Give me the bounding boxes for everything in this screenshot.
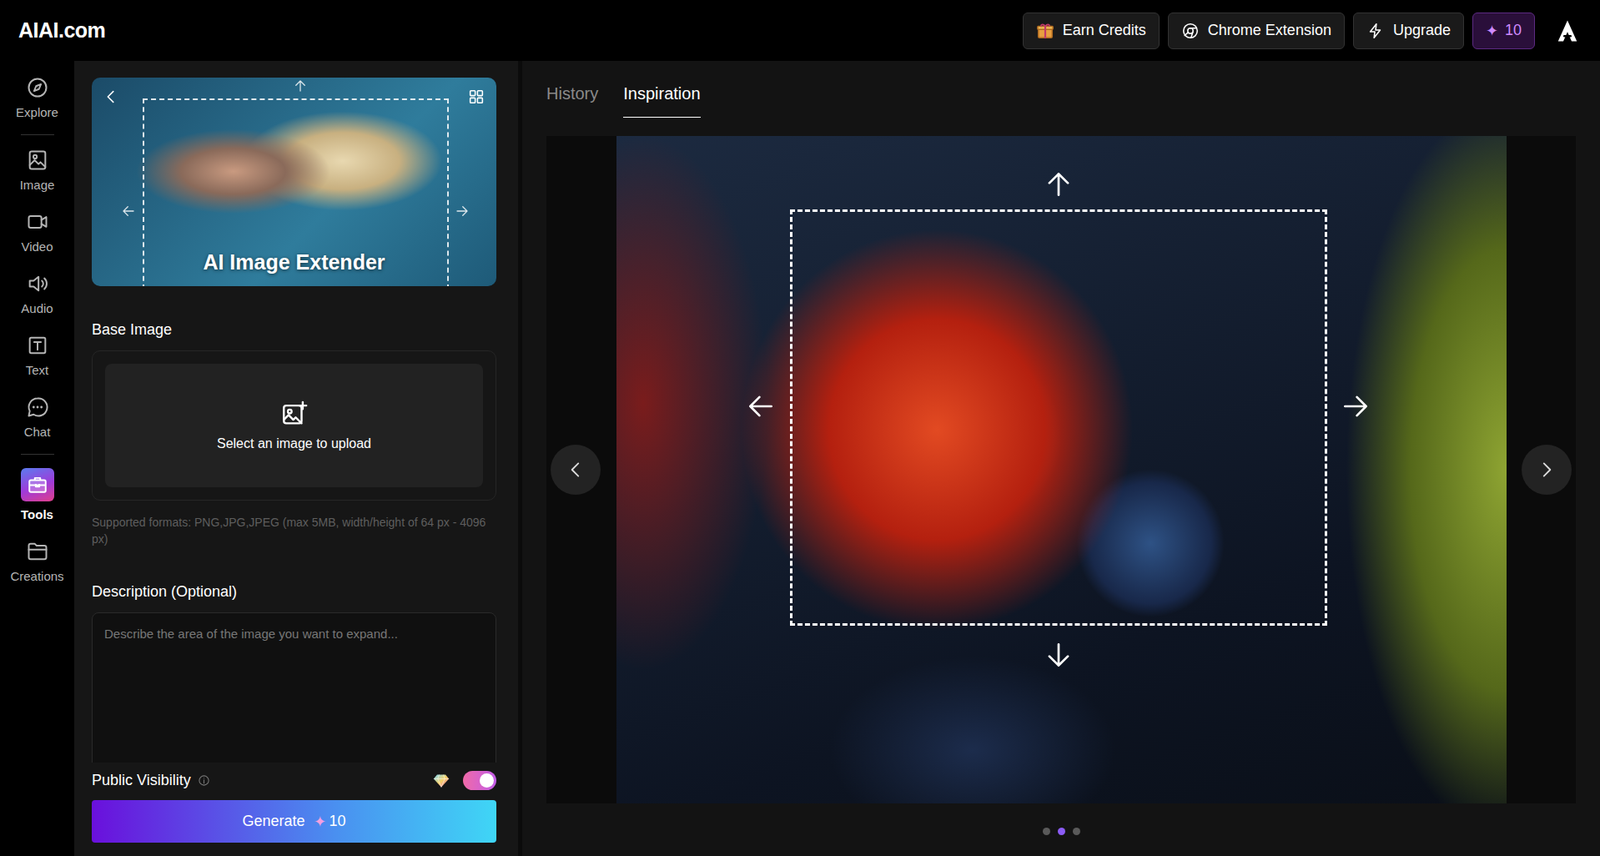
visibility-controls bbox=[432, 770, 497, 790]
diamond-icon bbox=[432, 773, 450, 789]
sidebar-item[interactable]: Video bbox=[0, 201, 75, 264]
sidebar-divider bbox=[20, 134, 55, 136]
toolbox-icon bbox=[20, 467, 55, 502]
tab[interactable]: History bbox=[546, 84, 599, 118]
sidebar-divider bbox=[20, 453, 55, 455]
image-upload-icon bbox=[280, 399, 309, 428]
upload-area: Select an image to upload bbox=[91, 350, 497, 501]
compass-icon bbox=[25, 75, 50, 100]
sidebar-item[interactable]: Text bbox=[0, 325, 75, 388]
previous-button[interactable] bbox=[550, 444, 601, 495]
top-bar: AIAI.com Earn Credits Chrome Extension Upgr… bbox=[0, 0, 1600, 61]
generate-cost: ✦10 bbox=[313, 812, 347, 831]
description-input[interactable] bbox=[91, 612, 497, 763]
gallery-area: History Inspiration bbox=[522, 60, 1600, 856]
inspiration-image bbox=[616, 135, 1507, 804]
panel-footer: Public Visibility Generate ✦10 bbox=[91, 762, 497, 843]
chrome-icon bbox=[1181, 21, 1200, 41]
avatar-logo-icon[interactable] bbox=[1554, 18, 1580, 44]
sidebar-label: Image bbox=[20, 177, 56, 192]
chevron-left-icon bbox=[564, 458, 587, 481]
carousel bbox=[546, 135, 1576, 804]
generate-button[interactable]: Generate ✦10 bbox=[91, 800, 497, 843]
video-icon bbox=[25, 210, 50, 234]
header-actions: Earn Credits Chrome Extension Upgrade ✦ 10 bbox=[1022, 12, 1580, 50]
sidebar-label: Explore bbox=[15, 105, 59, 120]
sparkle-icon: ✦ bbox=[313, 812, 327, 831]
sidebar-item[interactable]: Image bbox=[0, 140, 75, 202]
earn-credits-button[interactable]: Earn Credits bbox=[1022, 12, 1160, 50]
arrow-left-icon bbox=[744, 390, 777, 423]
next-button[interactable] bbox=[1521, 444, 1572, 495]
arrow-right-icon bbox=[454, 203, 470, 219]
sidebar-label: Audio bbox=[20, 301, 53, 316]
sidebar-item[interactable]: Tools bbox=[0, 459, 75, 532]
carousel-dots bbox=[546, 827, 1576, 836]
cost-value: 10 bbox=[329, 812, 347, 831]
sidebar-item[interactable]: Explore bbox=[0, 67, 75, 130]
panel-content: AI Image Extender Base Image Select an ima… bbox=[91, 77, 497, 763]
sidebar-label: Video bbox=[20, 239, 53, 254]
formats-note: Supported formats: PNG,JPG,JPEG (max 5MB… bbox=[91, 513, 497, 549]
lightning-icon bbox=[1366, 21, 1385, 41]
tab-bar: History Inspiration bbox=[546, 60, 1576, 118]
banner-title: AI Image Extender bbox=[91, 250, 497, 275]
upload-text: Select an image to upload bbox=[216, 436, 372, 452]
sidebar-label: Chat bbox=[24, 424, 51, 439]
visibility-label-group: Public Visibility bbox=[91, 771, 211, 790]
base-image-label: Base Image bbox=[91, 321, 497, 339]
description-label: Description (Optional) bbox=[91, 583, 497, 601]
credits-badge[interactable]: ✦ 10 bbox=[1472, 12, 1535, 50]
button-label: Upgrade bbox=[1393, 21, 1451, 40]
arrow-left-icon bbox=[120, 203, 136, 219]
arrow-up-icon bbox=[292, 78, 308, 94]
button-label: Chrome Extension bbox=[1207, 21, 1332, 40]
tab[interactable]: Inspiration bbox=[623, 84, 700, 118]
arrow-right-icon bbox=[1339, 390, 1372, 423]
grid-icon[interactable] bbox=[467, 87, 486, 106]
logo[interactable]: AIAI.com bbox=[18, 18, 106, 43]
carousel-dot[interactable] bbox=[1057, 827, 1066, 836]
sidebar-label: Text bbox=[25, 362, 50, 378]
carousel-dot[interactable] bbox=[1072, 827, 1081, 836]
sidebar-item[interactable]: Chat bbox=[0, 387, 75, 449]
arrow-up-icon bbox=[1042, 168, 1075, 201]
text-icon bbox=[25, 333, 50, 358]
info-icon[interactable] bbox=[197, 774, 211, 787]
visibility-toggle[interactable] bbox=[462, 770, 497, 790]
chevron-left-icon[interactable] bbox=[101, 87, 121, 106]
image-icon bbox=[25, 148, 50, 172]
speaker-icon bbox=[25, 271, 50, 296]
arrow-down-icon bbox=[1042, 638, 1075, 671]
sidebar-item[interactable]: Creations bbox=[0, 531, 75, 594]
sidebar-label: Tools bbox=[20, 507, 54, 522]
visibility-label: Public Visibility bbox=[91, 771, 192, 790]
visibility-row: Public Visibility bbox=[91, 770, 497, 790]
gift-icon bbox=[1036, 21, 1055, 41]
tool-panel: AI Image Extender Base Image Select an ima… bbox=[74, 60, 523, 856]
chrome-extension-button[interactable]: Chrome Extension bbox=[1167, 12, 1345, 50]
folder-icon bbox=[25, 539, 50, 564]
sidebar: Explore Image Video Audio Text Chat Tools Creat… bbox=[0, 60, 75, 856]
carousel-dot[interactable] bbox=[1042, 827, 1051, 836]
tool-banner: AI Image Extender bbox=[91, 77, 497, 287]
sparkle-icon: ✦ bbox=[1485, 21, 1499, 41]
extend-frame bbox=[789, 209, 1328, 626]
sidebar-item[interactable]: Audio bbox=[0, 263, 75, 326]
chat-icon bbox=[25, 395, 50, 419]
sidebar-label: Creations bbox=[10, 568, 64, 584]
chevron-right-icon bbox=[1535, 458, 1558, 481]
main-area: Explore Image Video Audio Text Chat Tools Creat… bbox=[0, 60, 1600, 856]
upgrade-button[interactable]: Upgrade bbox=[1353, 12, 1465, 50]
toggle-knob bbox=[479, 773, 494, 788]
button-label: Earn Credits bbox=[1062, 21, 1147, 40]
upload-dropzone[interactable]: Select an image to upload bbox=[105, 363, 484, 488]
generate-label: Generate bbox=[241, 812, 305, 831]
credits-count: 10 bbox=[1504, 21, 1522, 40]
